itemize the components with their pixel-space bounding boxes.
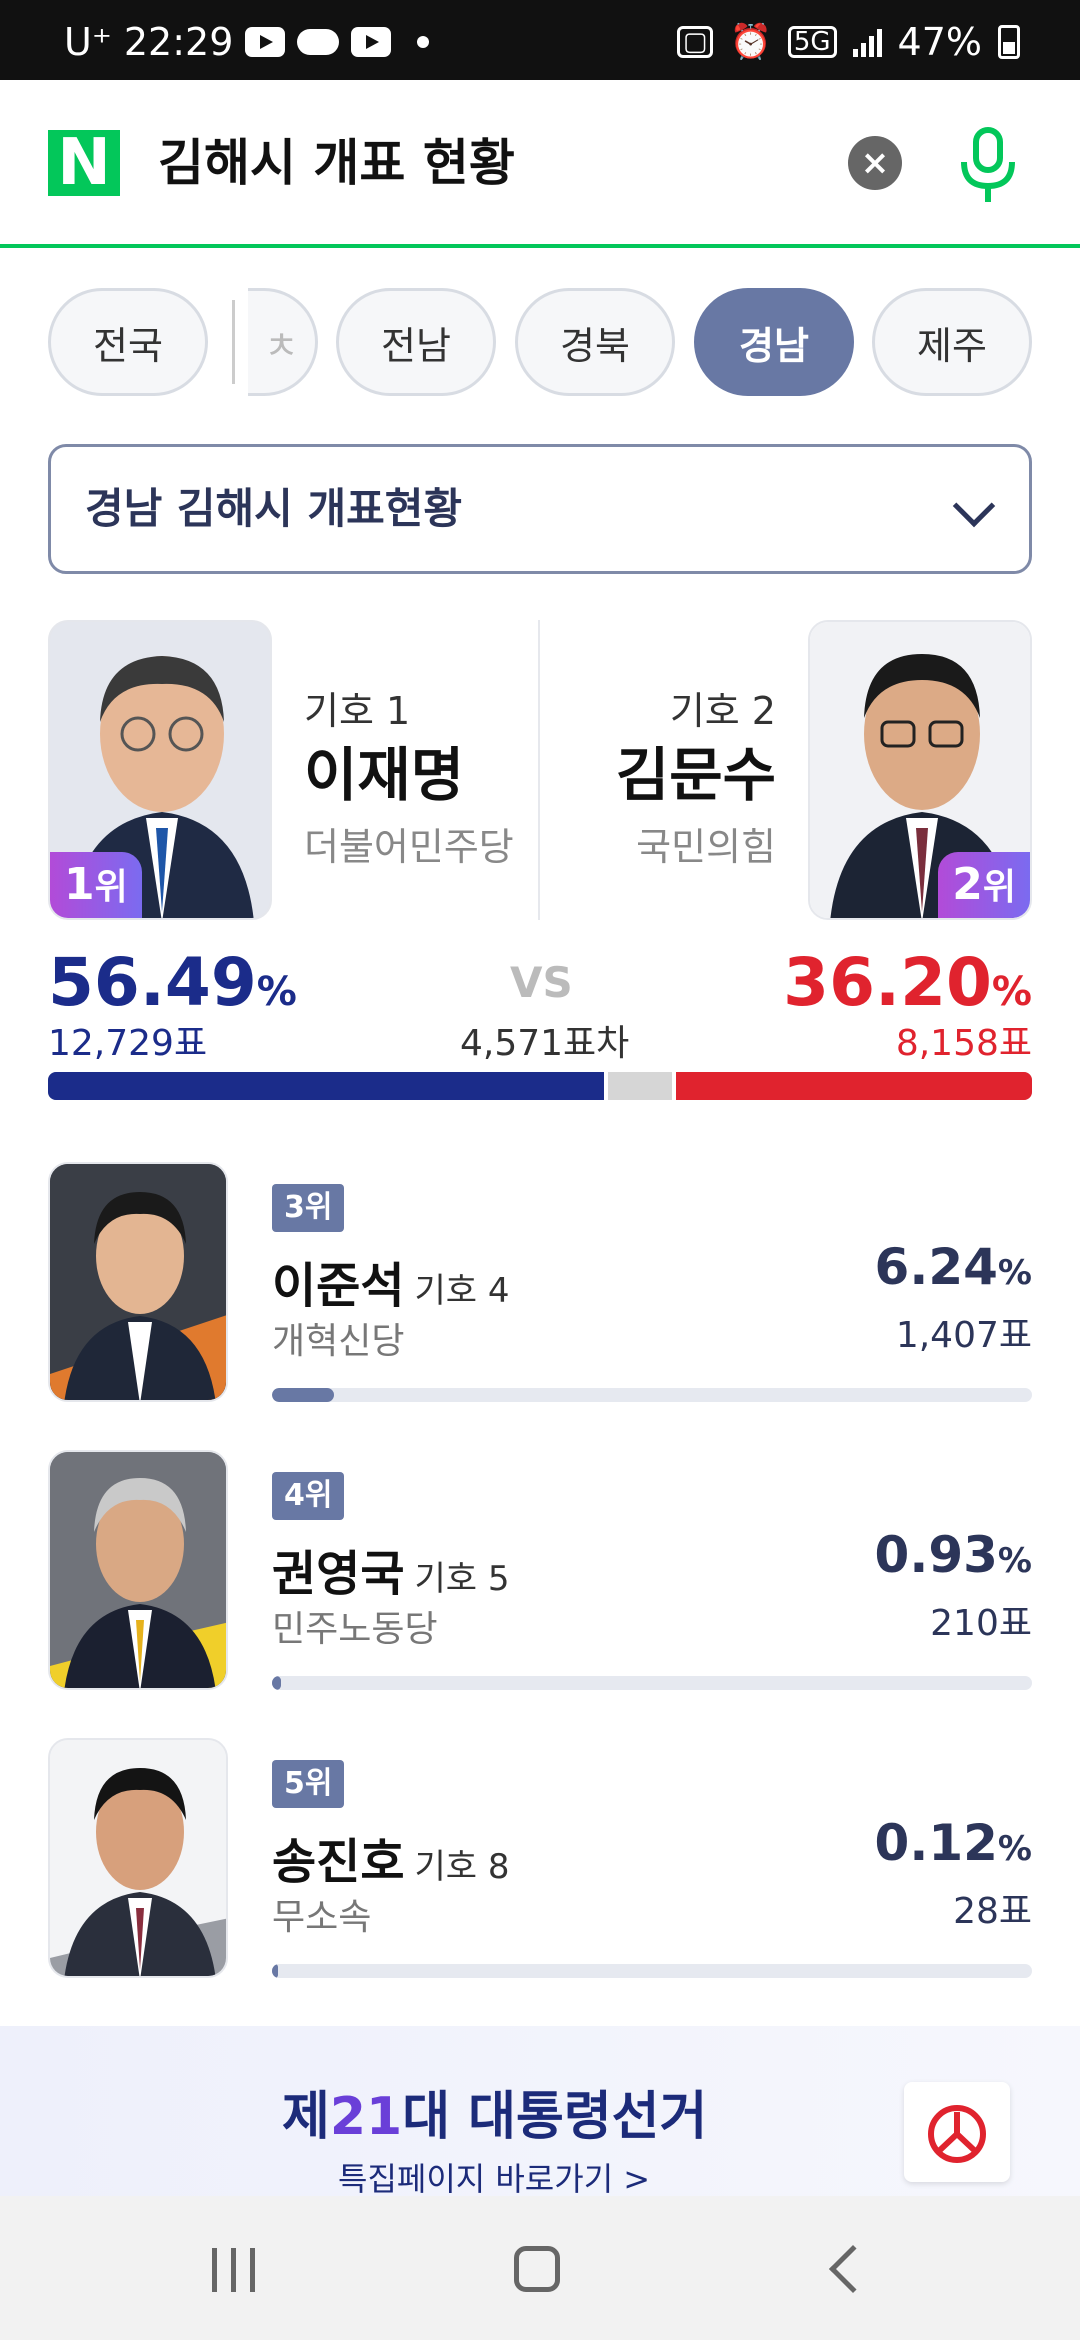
- rank-badge: 5위: [272, 1760, 345, 1808]
- vote-share-bar: [272, 1964, 1032, 1978]
- candidate-percent: 56.49%: [48, 944, 297, 1021]
- candidate-photo[interactable]: [48, 1162, 228, 1402]
- portrait-image: [50, 1452, 226, 1688]
- clock: 22:29: [123, 20, 234, 64]
- signal-icon: [852, 27, 882, 57]
- vs-label: VS: [510, 958, 573, 1007]
- candidate-percent: 0.93%: [874, 1526, 1032, 1584]
- cloud-icon: [297, 29, 340, 55]
- rank-badge: 2위: [938, 852, 1030, 918]
- nfc-icon: ▢: [676, 26, 714, 58]
- candidate-number: 기호 1: [304, 689, 411, 733]
- rank-badge: 4위: [272, 1472, 345, 1520]
- candidate-party: 개혁신당: [272, 1321, 405, 1362]
- back-button[interactable]: [828, 2244, 878, 2294]
- candidate-divider: [538, 620, 540, 920]
- recent-apps-button[interactable]: [212, 2248, 255, 2292]
- banner-title: 제21대 대통령선거: [282, 2087, 708, 2147]
- candidate-photo[interactable]: 2위: [808, 620, 1032, 920]
- clear-search-button[interactable]: ×: [848, 136, 902, 190]
- naver-logo[interactable]: N: [48, 130, 120, 196]
- candidate-row[interactable]: 3위 이준석 기호 4 개혁신당 6.24% 1,407표: [48, 1162, 1032, 1402]
- candidate-party: 무소속: [272, 1897, 372, 1938]
- vote-share-bar: [272, 1676, 1032, 1690]
- battery-icon: [998, 25, 1020, 59]
- candidate-votes: 1,407표: [895, 1315, 1032, 1356]
- banner-link[interactable]: 특집페이지 바로가기 >: [338, 2154, 650, 2196]
- system-nav-bar: [0, 2196, 1080, 2340]
- battery-percent: 47%: [897, 20, 982, 64]
- candidate-photo[interactable]: [48, 1738, 228, 1978]
- candidate-percent: 0.12%: [874, 1814, 1032, 1872]
- candidate-party: 더불어민주당: [304, 825, 514, 869]
- search-header: N 김해시 개표 현황 ×: [0, 80, 1080, 248]
- election-special-banner[interactable]: 제21대 대통령선거 특집페이지 바로가기 >: [0, 2026, 1080, 2196]
- portrait-image: [50, 1740, 226, 1976]
- rank-badge: 1위: [50, 852, 142, 918]
- bar-gap: [604, 1072, 608, 1100]
- vote-share-fill: [272, 1964, 278, 1978]
- tab-region-partial[interactable]: ㅊ: [248, 288, 318, 396]
- vote-share-bar-second: [676, 1072, 1032, 1100]
- region-tabs: 전국 ㅊ 전남 경북 경남 제주: [0, 288, 1080, 398]
- home-button[interactable]: [514, 2246, 560, 2292]
- close-icon: ×: [860, 143, 890, 183]
- portrait-image: [50, 1164, 226, 1400]
- candidate-party: 국민의힘: [636, 825, 776, 869]
- chevron-down-icon: [952, 484, 996, 528]
- candidate-name: 이준석 기호 4: [272, 1258, 510, 1314]
- notification-dot-icon: [417, 36, 430, 48]
- tab-region[interactable]: 경북: [515, 288, 675, 396]
- search-query[interactable]: 김해시 개표 현황: [158, 130, 515, 196]
- tab-region[interactable]: 전남: [336, 288, 496, 396]
- candidate-name: 권영국 기호 5: [272, 1546, 510, 1602]
- candidate-name[interactable]: 이재명: [304, 728, 464, 812]
- candidate-votes: 8,158표: [895, 1023, 1032, 1064]
- candidate-row[interactable]: 5위 송진호 기호 8 무소속 0.12% 28표: [48, 1738, 1032, 1978]
- dropdown-label: 경남 김해시 개표현황: [85, 484, 463, 533]
- top-candidates: 1위 기호 1 이재명 더불어민주당 기호 2 김문수 국민의힘 2위 56.4…: [48, 620, 1032, 1120]
- candidate-number: 기호 2: [669, 689, 776, 733]
- youtube-icon: [351, 27, 392, 57]
- candidate-party: 민주노동당: [272, 1609, 438, 1650]
- tab-divider: [232, 300, 235, 384]
- vote-share-bar-first: [48, 1072, 604, 1100]
- mic-icon[interactable]: [956, 126, 1020, 206]
- status-bar: U⁺ 22:29 ▢ ⏰ 5G 47%: [0, 0, 1080, 80]
- candidate-name: 송진호 기호 8: [272, 1834, 510, 1890]
- candidate-percent: 36.20%: [783, 944, 1032, 1021]
- candidate-percent: 6.24%: [874, 1238, 1032, 1296]
- tab-region-active[interactable]: 경남: [694, 288, 854, 396]
- vote-difference: 4,571표차: [460, 1023, 630, 1064]
- vote-share-bar: [272, 1388, 1032, 1402]
- ballot-icon: [904, 2082, 1010, 2182]
- tab-region[interactable]: 전국: [48, 288, 208, 396]
- tab-region[interactable]: 제주: [872, 288, 1032, 396]
- candidate-votes: 28표: [953, 1891, 1032, 1932]
- vote-share-fill: [272, 1676, 281, 1690]
- carrier-label: U⁺: [64, 20, 112, 64]
- district-dropdown[interactable]: 경남 김해시 개표현황: [48, 444, 1032, 574]
- vote-share-fill: [272, 1388, 334, 1402]
- alarm-icon: ⏰: [729, 22, 772, 62]
- candidate-votes: 12,729표: [48, 1023, 208, 1064]
- candidate-photo[interactable]: 1위: [48, 620, 272, 920]
- vote-share-bar: [48, 1072, 1032, 1100]
- candidate-name[interactable]: 김문수: [616, 728, 776, 812]
- candidate-photo[interactable]: [48, 1450, 228, 1690]
- rank-badge: 3위: [272, 1184, 345, 1232]
- candidate-row[interactable]: 4위 권영국 기호 5 민주노동당 0.93% 210표: [48, 1450, 1032, 1690]
- youtube-icon: [245, 27, 286, 57]
- candidate-votes: 210표: [930, 1603, 1032, 1644]
- network-type-icon: 5G: [787, 26, 837, 58]
